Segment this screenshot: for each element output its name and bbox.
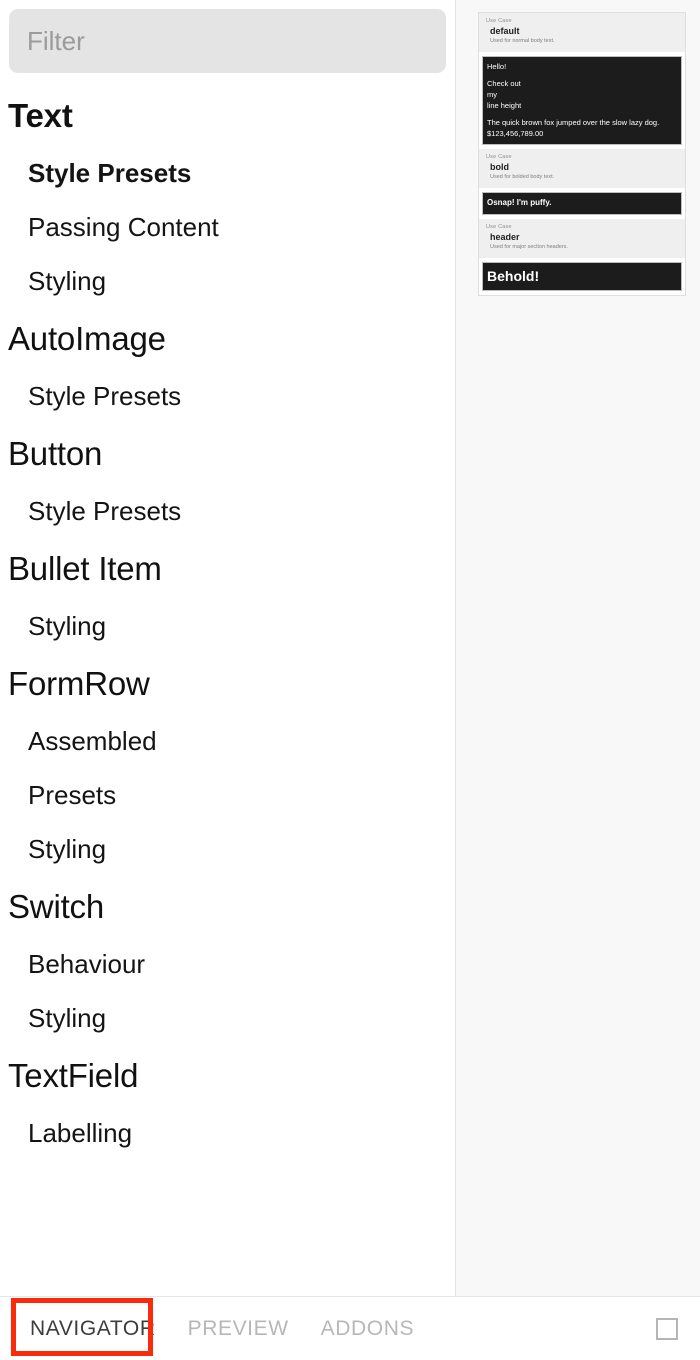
tab-group: NAVIGATOR PREVIEW ADDONS — [14, 1297, 430, 1360]
nav-group-text[interactable]: Text — [0, 85, 455, 146]
nav-story-style-presets[interactable]: Style Presets — [0, 369, 455, 423]
navigator-panel: TextStyle PresetsPassing ContentStylingA… — [0, 0, 456, 1296]
usecase-label: Use Case — [486, 18, 512, 24]
nav-story-style-presets[interactable]: Style Presets — [0, 484, 455, 538]
sample-line: The quick brown fox jumped over the slow… — [487, 118, 660, 127]
preview-card: Use Case default Used for normal body text… — [478, 12, 686, 296]
sample-preview-bold: Osnap! I'm puffy. — [482, 192, 682, 215]
sample-line: line height — [487, 101, 522, 110]
filter-container — [0, 0, 455, 73]
storybook-app-window: TextStyle PresetsPassing ContentStylingA… — [0, 0, 700, 1360]
nav-story-styling[interactable]: Styling — [0, 822, 455, 876]
nav-story-assembled[interactable]: Assembled — [0, 714, 455, 768]
nav-story-presets[interactable]: Presets — [0, 768, 455, 822]
sample-line: Hello! — [487, 62, 507, 71]
nav-group-bullet-item[interactable]: Bullet Item — [0, 538, 455, 599]
main-split-area: TextStyle PresetsPassing ContentStylingA… — [0, 0, 700, 1296]
nav-story-styling[interactable]: Styling — [0, 991, 455, 1045]
bottom-tab-bar: NAVIGATOR PREVIEW ADDONS — [0, 1296, 700, 1360]
sample-line: Check out — [487, 79, 521, 88]
usecase-name: header — [490, 232, 520, 242]
sample-preview-header: Behold! — [482, 262, 682, 291]
preview-panel: Use Case default Used for normal body text… — [456, 0, 700, 1296]
filter-input[interactable] — [9, 9, 446, 73]
nav-story-labelling[interactable]: Labelling — [0, 1106, 455, 1160]
sample-line: Behold! — [487, 268, 540, 284]
nav-story-passing-content[interactable]: Passing Content — [0, 200, 455, 254]
addons-checkbox[interactable] — [656, 1317, 678, 1340]
usecase-description: Used for normal body text. — [490, 38, 555, 44]
sample-line: my — [487, 90, 497, 99]
nav-group-textfield[interactable]: TextField — [0, 1045, 455, 1106]
sample-line: Osnap! I'm puffy. — [487, 198, 552, 207]
nav-story-styling[interactable]: Styling — [0, 599, 455, 653]
nav-group-switch[interactable]: Switch — [0, 876, 455, 937]
usecase-block-bold: Use Case bold Used for bolded body text. — [479, 149, 685, 188]
usecase-name: default — [490, 26, 520, 36]
nav-story-styling[interactable]: Styling — [0, 254, 455, 308]
tab-navigator[interactable]: NAVIGATOR — [14, 1297, 172, 1360]
usecase-description: Used for bolded body text. — [490, 174, 555, 180]
nav-group-formrow[interactable]: FormRow — [0, 653, 455, 714]
usecase-block-header: Use Case header Used for major section hea… — [479, 219, 685, 258]
sample-wrapper: Behold! — [479, 258, 685, 295]
usecase-description: Used for major section headers. — [490, 244, 568, 250]
tab-preview[interactable]: PREVIEW — [172, 1297, 305, 1360]
nav-story-behaviour[interactable]: Behaviour — [0, 937, 455, 991]
sample-wrapper: Hello! Check out my line height The quick br… — [479, 52, 685, 149]
navigator-story-list[interactable]: Text Style Presets Passing Content Styling A… — [0, 73, 455, 1296]
nav-group-autoimage[interactable]: AutoImage — [0, 308, 455, 369]
sample-line: $123,456,789.00 — [487, 129, 544, 138]
nav-group-button[interactable]: Button — [0, 423, 455, 484]
usecase-label: Use Case — [486, 154, 512, 160]
tab-addons[interactable]: ADDONS — [305, 1297, 430, 1360]
sample-preview-default: Hello! Check out my line height The quick br… — [482, 56, 682, 145]
usecase-block-default: Use Case default Used for normal body text… — [479, 13, 685, 52]
sample-wrapper: Osnap! I'm puffy. — [479, 188, 685, 219]
nav-story-style-presets[interactable]: Style Presets — [0, 146, 455, 200]
usecase-name: bold — [490, 162, 509, 172]
usecase-label: Use Case — [486, 224, 512, 230]
